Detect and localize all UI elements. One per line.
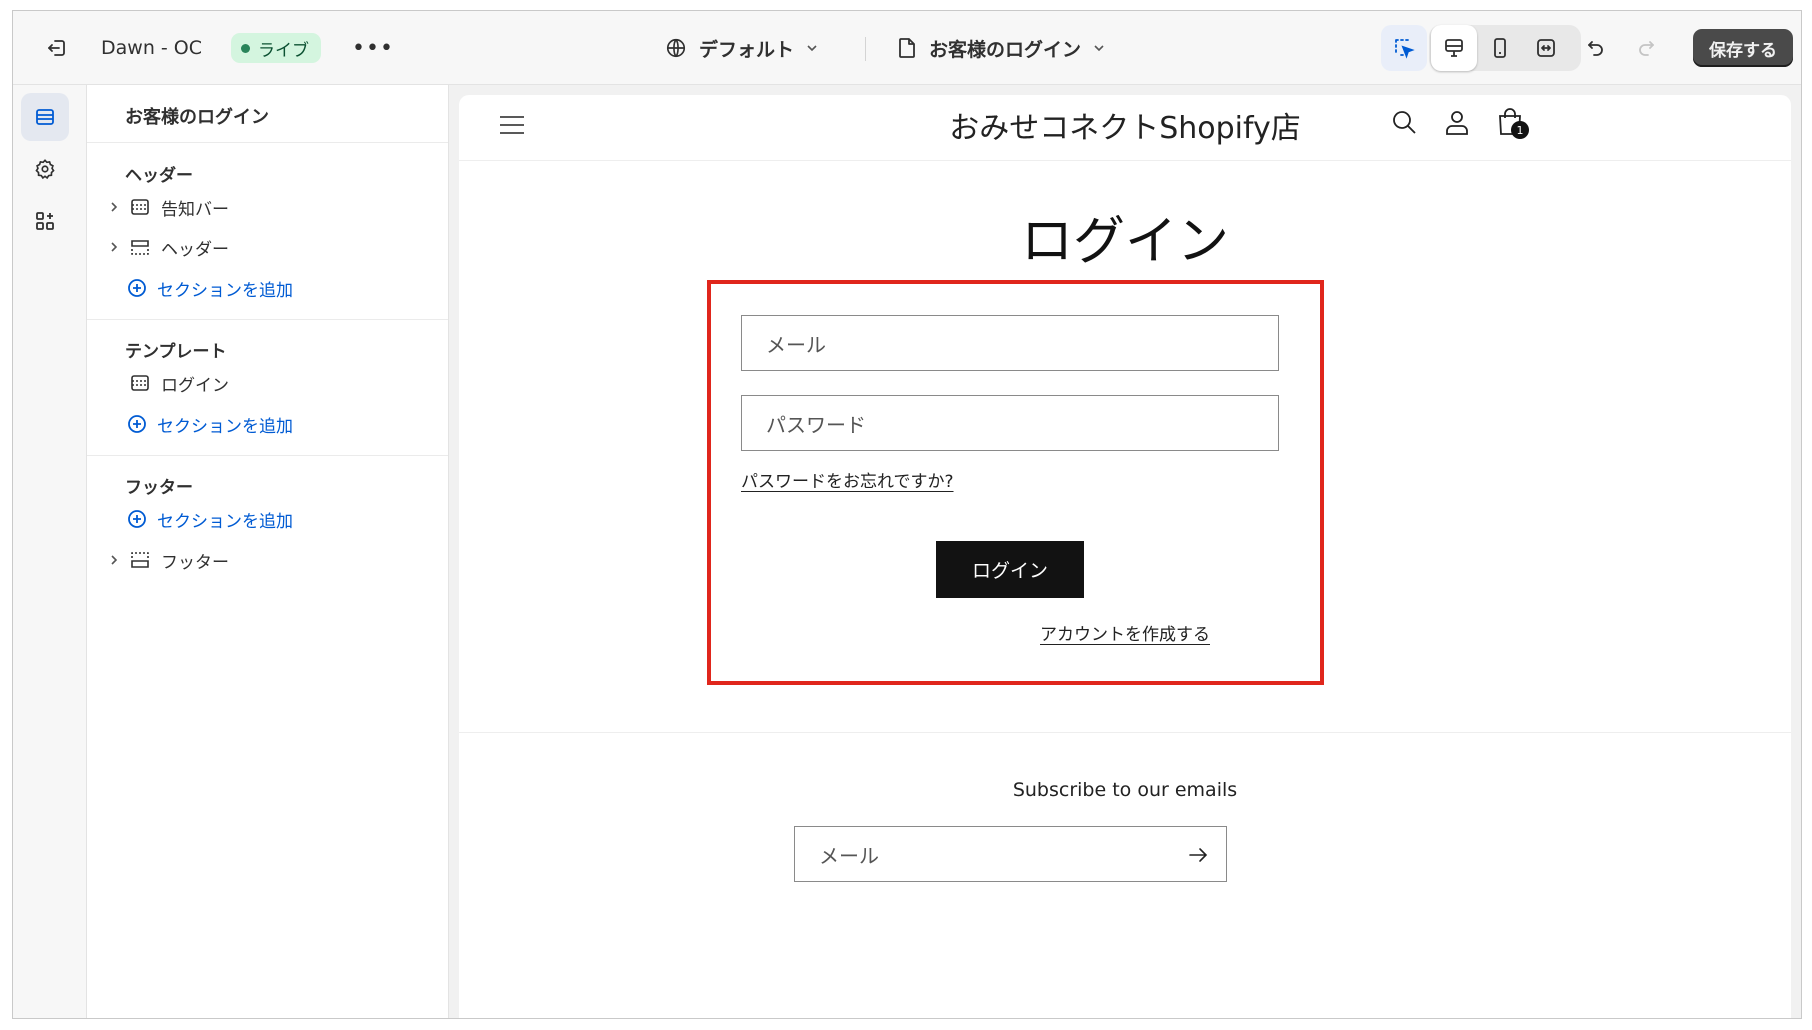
- login-heading: ログイン: [1020, 212, 1229, 272]
- create-account-link[interactable]: アカウントを作成する: [1040, 625, 1210, 645]
- live-badge-label: ライブ: [258, 40, 309, 61]
- top-bar: Dawn - OC ライブ ••• デフォルト お客様のログイン 保存する: [13, 11, 1801, 85]
- add-section-button-header[interactable]: セクションを追加: [127, 270, 293, 306]
- sections-sidebar: お客様のログイン ヘッダー 告知バー ヘッダー セクションを追加 テンプレート …: [87, 85, 449, 1018]
- redo-button[interactable]: [1623, 25, 1669, 71]
- template-selector-label: デフォルト: [699, 38, 795, 61]
- group-footer-label: フッター: [125, 478, 193, 498]
- apps-icon: [36, 212, 54, 230]
- sections-icon: [36, 109, 54, 125]
- chevron-down-icon: [1094, 45, 1104, 52]
- sidebar-item-announcement-bar[interactable]: 告知バー: [103, 189, 433, 225]
- store-preview-canvas: おみせコネクトShopify店 1 ログイン メール パスワード パスワードをお…: [459, 95, 1791, 1018]
- section-icon: [129, 197, 151, 217]
- footer-divider: [459, 732, 1791, 733]
- mobile-icon: [1494, 38, 1506, 58]
- chevron-right-icon[interactable]: [103, 240, 125, 254]
- add-circle-icon: [127, 278, 147, 298]
- sidebar-title: お客様のログイン: [125, 107, 269, 128]
- sidebar-item-header[interactable]: ヘッダー: [103, 229, 433, 265]
- login-button[interactable]: ログイン: [936, 541, 1084, 598]
- mobile-view-button[interactable]: [1477, 25, 1523, 71]
- chevron-right-icon[interactable]: [103, 553, 125, 567]
- redo-icon: [1639, 41, 1654, 56]
- sidebar-item-footer[interactable]: フッター: [103, 542, 433, 578]
- exit-button[interactable]: [37, 11, 77, 85]
- sections-tab[interactable]: [21, 93, 69, 141]
- app-embeds-tab[interactable]: [21, 197, 69, 245]
- add-section-label: セクションを追加: [157, 511, 293, 532]
- create-account-row: アカウントを作成する: [459, 620, 1791, 645]
- add-circle-icon: [127, 414, 147, 434]
- group-template-label: テンプレート: [125, 342, 227, 362]
- password-field[interactable]: パスワード: [741, 395, 1279, 451]
- page-selector-label: お客様のログイン: [929, 38, 1082, 61]
- page-icon: [899, 38, 915, 58]
- undo-button[interactable]: [1573, 25, 1619, 71]
- arrow-right-icon[interactable]: [1186, 843, 1210, 867]
- account-icon[interactable]: [1442, 107, 1472, 137]
- forgot-password-link[interactable]: パスワードをお忘れですか?: [741, 467, 954, 492]
- desktop-view-button[interactable]: [1431, 25, 1477, 71]
- inspect-cursor-icon: [1395, 39, 1415, 59]
- group-header-label: ヘッダー: [125, 166, 193, 186]
- gear-icon: [35, 159, 55, 180]
- expand-icon: [1537, 39, 1555, 57]
- live-status-badge: ライブ: [231, 33, 321, 63]
- sidebar-divider: [87, 142, 448, 143]
- theme-settings-tab[interactable]: [21, 145, 69, 193]
- chevron-down-icon: [807, 45, 817, 52]
- icon-rail: [13, 85, 87, 1018]
- email-field[interactable]: メール: [741, 315, 1279, 371]
- template-selector[interactable]: デフォルト: [665, 11, 820, 85]
- sidebar-item-label: ヘッダー: [161, 239, 229, 260]
- sidebar-item-label: 告知バー: [161, 199, 229, 220]
- subscribe-title: Subscribe to our emails: [1012, 779, 1238, 801]
- globe-icon: [666, 38, 686, 58]
- sidebar-item-label: ログイン: [161, 375, 229, 396]
- topbar-divider: [865, 37, 866, 61]
- add-section-button-template[interactable]: セクションを追加: [127, 406, 293, 442]
- editor-window: Dawn - OC ライブ ••• デフォルト お客様のログイン 保存する お客…: [12, 10, 1802, 1019]
- desktop-icon: [1445, 39, 1463, 57]
- footer-section-icon: [129, 550, 151, 570]
- search-icon[interactable]: [1389, 107, 1419, 137]
- live-dot-icon: [241, 43, 250, 53]
- cart-count-badge: 1: [1511, 121, 1529, 139]
- sidebar-item-login[interactable]: ログイン: [103, 365, 433, 401]
- section-icon: [129, 373, 151, 393]
- add-section-button-footer[interactable]: セクションを追加: [127, 501, 293, 537]
- add-circle-icon: [127, 509, 147, 529]
- exit-icon: [48, 40, 65, 56]
- add-section-label: セクションを追加: [157, 280, 293, 301]
- chevron-right-icon[interactable]: [103, 200, 125, 214]
- fullscreen-button[interactable]: [1523, 25, 1569, 71]
- preview-area: おみせコネクトShopify店 1 ログイン メール パスワード パスワードをお…: [449, 85, 1801, 1018]
- subscribe-email-field[interactable]: メール: [794, 826, 1227, 882]
- store-name[interactable]: おみせコネクトShopify店: [459, 103, 1791, 147]
- sidebar-divider: [87, 455, 448, 456]
- sidebar-divider: [87, 319, 448, 320]
- page-selector[interactable]: お客様のログイン: [897, 11, 1107, 85]
- header-section-icon: [129, 237, 151, 257]
- inspector-button[interactable]: [1381, 25, 1427, 71]
- undo-icon: [1588, 41, 1603, 56]
- theme-name: Dawn - OC: [101, 37, 203, 59]
- add-section-label: セクションを追加: [157, 416, 293, 437]
- store-header: おみせコネクトShopify店 1: [459, 95, 1791, 161]
- save-button[interactable]: 保存する: [1693, 29, 1793, 67]
- more-actions-button[interactable]: •••: [352, 11, 393, 85]
- subscribe-placeholder: メール: [819, 843, 879, 868]
- sidebar-item-label: フッター: [161, 552, 229, 573]
